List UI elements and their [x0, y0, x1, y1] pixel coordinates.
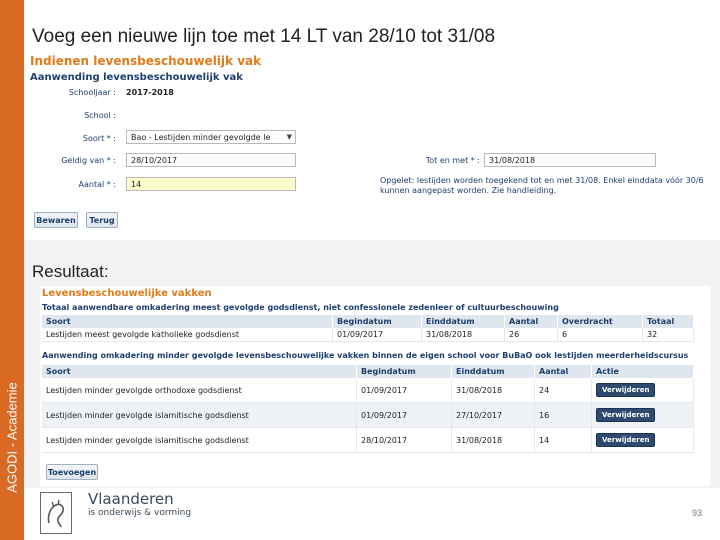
table2-title: Aanwending omkadering minder gevolgde le… — [42, 351, 689, 360]
table-cell: 14 — [534, 427, 592, 453]
table-cell: 26 — [504, 328, 558, 342]
logo-subtitle: is onderwijs & vorming — [88, 508, 192, 518]
form-screenshot: Indienen levensbeschouwelijk vak Aanwend… — [28, 50, 720, 240]
delete-button[interactable]: Verwijderen — [596, 433, 656, 447]
aantal-input[interactable]: 14 — [126, 177, 296, 191]
note-line-2: kunnen aangepast worden. Zie handleiding… — [380, 186, 557, 195]
table-cell: Verwijderen — [591, 402, 694, 428]
vlaanderen-logo — [40, 492, 72, 534]
aantal-label: Aantal * : — [78, 180, 117, 189]
table-row: Lestijden meest gevolgde katholieke gods… — [42, 328, 694, 342]
note-line-1: Opgelet: lestijden worden toegekend tot … — [380, 176, 704, 185]
info-note: Opgelet: lestijden worden toegekend tot … — [380, 176, 710, 196]
side-label: AGODI - Academie — [4, 382, 20, 493]
result-heading: Levensbeschouwelijke vakken — [42, 288, 212, 299]
table-cell: Verwijderen — [591, 427, 694, 453]
soort-label: Soort * : — [82, 134, 116, 143]
add-button[interactable]: Toevoegen — [46, 464, 98, 480]
table2: Soort Begindatum Einddatum Aantal Actie … — [42, 365, 694, 453]
table-row: Lestijden minder gevolgde islamitische g… — [42, 427, 694, 453]
table2-col-einddatum: Einddatum — [451, 365, 535, 378]
table-cell: 01/09/2017 — [356, 378, 452, 403]
table1-col-overdracht: Overdracht — [557, 315, 643, 328]
table-cell: Verwijderen — [591, 378, 694, 403]
table1-col-aantal: Aantal — [504, 315, 558, 328]
form-subheading: Aanwending levensbeschouwelijk vak — [30, 72, 243, 83]
table-cell: Lestijden meest gevolgde katholieke gods… — [42, 328, 333, 342]
school-label: School : — [84, 111, 116, 120]
table-cell: 24 — [534, 378, 592, 403]
save-button[interactable]: Bewaren — [34, 212, 78, 228]
tot-label: Tot en met * : — [425, 156, 480, 165]
logo-name: Vlaanderen — [88, 490, 174, 508]
sidebar-accent: AGODI - Academie — [0, 0, 24, 540]
table-cell: 6 — [557, 328, 643, 342]
table-cell: Lestijden minder gevolgde orthodoxe gods… — [42, 378, 357, 403]
table1-col-soort: Soort — [42, 315, 333, 328]
table2-col-aantal: Aantal — [534, 365, 592, 378]
table-cell: 28/10/2017 — [356, 427, 452, 453]
geldig-label: Geldig van * : — [61, 156, 116, 165]
table-cell: 16 — [534, 402, 592, 428]
table2-col-actie: Actie — [591, 365, 694, 378]
table2-col-begindatum: Begindatum — [356, 365, 452, 378]
table1-col-totaal: Totaal — [642, 315, 694, 328]
table-row: Lestijden minder gevolgde orthodoxe gods… — [42, 378, 694, 403]
table-cell: 01/09/2017 — [356, 402, 452, 428]
table1-col-begindatum: Begindatum — [332, 315, 422, 328]
table2-col-soort: Soort — [42, 365, 357, 378]
table-cell: 27/10/2017 — [451, 402, 535, 428]
delete-button[interactable]: Verwijderen — [596, 408, 656, 422]
form-heading: Indienen levensbeschouwelijk vak — [30, 54, 262, 68]
page-number: 93 — [692, 508, 703, 518]
geldig-van-input[interactable]: 28/10/2017 — [126, 153, 296, 167]
table-cell: Lestijden minder gevolgde islamitische g… — [42, 427, 357, 453]
table-cell: 01/09/2017 — [332, 328, 422, 342]
chevron-down-icon: ▼ — [286, 133, 292, 141]
soort-select[interactable]: Bao - Lestijden minder gevolgde le ▼ — [126, 130, 296, 144]
table1-header-row: Soort Begindatum Einddatum Aantal Overdr… — [42, 315, 694, 328]
soort-select-value: Bao - Lestijden minder gevolgde le — [131, 133, 271, 142]
schooljaar-label: Schooljaar : — [68, 88, 116, 97]
footer: Vlaanderen is onderwijs & vorming 93 — [24, 488, 720, 540]
table1-title: Totaal aanwendbare omkadering meest gevo… — [42, 303, 559, 312]
table-cell: 31/08/2018 — [421, 328, 505, 342]
back-button[interactable]: Terug — [86, 212, 118, 228]
table-cell: Lestijden minder gevolgde islamitische g… — [42, 402, 357, 428]
tot-en-met-input[interactable]: 31/08/2018 — [484, 153, 656, 167]
table2-header-row: Soort Begindatum Einddatum Aantal Actie — [42, 365, 694, 378]
table1: Soort Begindatum Einddatum Aantal Overdr… — [42, 315, 694, 342]
table-row: Lestijden minder gevolgde islamitische g… — [42, 402, 694, 428]
table-cell: 31/08/2018 — [451, 378, 535, 403]
schooljaar-value: 2017-2018 — [126, 88, 174, 97]
lion-icon — [47, 499, 64, 528]
table-cell: 32 — [642, 328, 694, 342]
result-screenshot: Levensbeschouwelijke vakken Totaal aanwe… — [40, 286, 710, 486]
table-cell: 31/08/2018 — [451, 427, 535, 453]
slide-title: Voeg een nieuwe lijn toe met 14 LT van 2… — [32, 26, 496, 47]
table1-col-einddatum: Einddatum — [421, 315, 505, 328]
result-label: Resultaat: — [32, 262, 109, 281]
delete-button[interactable]: Verwijderen — [596, 383, 656, 397]
